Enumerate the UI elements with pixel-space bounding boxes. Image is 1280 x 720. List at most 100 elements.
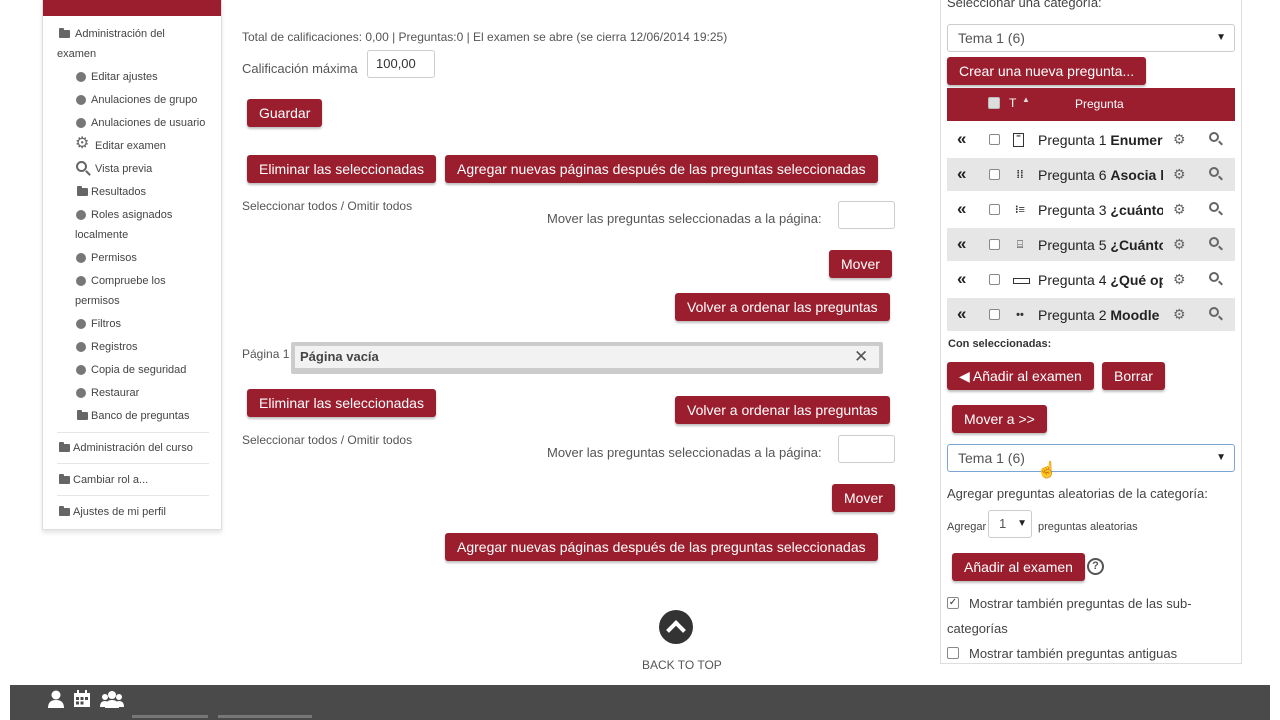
- nav-exam-admin-line1: Administración del: [75, 28, 165, 40]
- select-all-checkbox[interactable]: [988, 97, 1000, 109]
- question-checkbox[interactable]: [989, 134, 1000, 145]
- user-icon[interactable]: [46, 689, 66, 709]
- calendar-icon[interactable]: [72, 689, 92, 709]
- add-pages-button[interactable]: Agregar nuevas páginas después de las pr…: [445, 155, 878, 183]
- select-all-link[interactable]: Seleccionar todos / Omitir todos: [242, 199, 412, 213]
- reorder-button-2[interactable]: Volver a ordenar las preguntas: [675, 396, 890, 424]
- reorder-button[interactable]: Volver a ordenar las preguntas: [675, 293, 890, 321]
- nav-question-bank[interactable]: Banco de preguntas: [91, 406, 189, 426]
- gear-icon[interactable]: ⚙: [1173, 237, 1186, 251]
- gear-icon[interactable]: ⚙: [1173, 272, 1186, 286]
- nav-check-permissions-label: Compruebe los: [91, 275, 166, 287]
- question-checkbox[interactable]: [989, 274, 1000, 285]
- show-subcategories-checkbox[interactable]: ✓: [947, 597, 959, 609]
- add-pages-button-2[interactable]: Agregar nuevas páginas después de las pr…: [445, 533, 878, 561]
- caret-down-icon: ▼: [1216, 32, 1226, 43]
- nav-filters[interactable]: Filtros: [91, 314, 121, 334]
- move-to-page-input-2[interactable]: [838, 435, 895, 463]
- move-button-2[interactable]: Mover: [832, 484, 895, 512]
- nav-group-overrides[interactable]: Anulaciones de grupo: [91, 90, 197, 110]
- nav-local-roles-line2: localmente: [75, 229, 129, 241]
- question-number: Pregunta 1: [1038, 132, 1107, 148]
- matching-icon: ⁞⁞: [1016, 169, 1024, 181]
- search-icon[interactable]: [1209, 167, 1219, 177]
- nav-course-admin[interactable]: Administración del curso: [73, 438, 193, 458]
- users-icon[interactable]: [100, 689, 124, 709]
- show-old-checkbox[interactable]: [947, 647, 959, 659]
- add-to-quiz-icon[interactable]: «: [957, 165, 966, 182]
- nav-edit-quiz[interactable]: Editar examen: [95, 136, 166, 156]
- select-all-link-2[interactable]: Seleccionar todos / Omitir todos: [242, 433, 412, 447]
- question-text: Moodle: [1110, 307, 1160, 323]
- folder-icon: [59, 506, 70, 516]
- nav-backup[interactable]: Copia de seguridad: [91, 360, 186, 380]
- question-text: ¿Qué op: [1110, 272, 1163, 288]
- dot-icon: [76, 276, 86, 286]
- nav-user-overrides[interactable]: Anulaciones de usuario: [91, 113, 205, 133]
- add-to-quiz-icon[interactable]: «: [957, 235, 966, 252]
- random-count-select[interactable]: 1 ▼: [988, 510, 1032, 538]
- add-to-quiz-icon[interactable]: «: [957, 130, 966, 147]
- nav-results[interactable]: Resultados: [91, 182, 146, 202]
- gear-icon[interactable]: ⚙: [1173, 307, 1186, 321]
- search-icon[interactable]: [1209, 202, 1219, 212]
- search-icon[interactable]: [1209, 132, 1219, 142]
- question-checkbox[interactable]: [989, 204, 1000, 215]
- nav-exam-admin[interactable]: Administración del: [75, 24, 215, 44]
- dot-icon: [76, 342, 86, 352]
- nav-local-roles[interactable]: Roles asignados: [91, 205, 172, 225]
- nav-restore[interactable]: Restaurar: [91, 383, 139, 403]
- question-header[interactable]: Pregunta: [1075, 97, 1124, 111]
- back-to-top-icon[interactable]: [659, 610, 693, 644]
- nav-logs[interactable]: Registros: [91, 337, 137, 357]
- nav-edit-settings[interactable]: Editar ajustes: [91, 67, 158, 87]
- divider: [57, 432, 209, 433]
- quiz-summary: Total de calificaciones: 0,00 | Pregunta…: [242, 30, 728, 44]
- nav-profile-settings[interactable]: Ajustes de mi perfil: [73, 502, 166, 522]
- question-checkbox[interactable]: [989, 239, 1000, 250]
- delete-selected-button[interactable]: Eliminar las seleccionadas: [247, 155, 436, 183]
- move-button[interactable]: Mover: [829, 250, 892, 278]
- search-icon[interactable]: [1209, 307, 1219, 317]
- add-exam-button[interactable]: Añadir al examen: [952, 553, 1085, 581]
- category-label: Seleccionar una categoría:: [947, 0, 1102, 10]
- category-select[interactable]: Tema 1 (6) ▼: [947, 24, 1235, 52]
- close-icon[interactable]: ✕: [854, 346, 868, 368]
- question-name: Pregunta 1 Enumer: [1038, 131, 1163, 149]
- page-label: Página 1: [242, 347, 290, 361]
- delete-button[interactable]: Borrar: [1102, 362, 1165, 390]
- max-grade-input[interactable]: 100,00: [367, 50, 435, 78]
- add-to-quiz-icon[interactable]: «: [957, 200, 966, 217]
- nav-switch-role[interactable]: Cambiar rol a...: [73, 470, 148, 490]
- gear-icon[interactable]: ⚙: [1173, 167, 1186, 181]
- nav-preview[interactable]: Vista previa: [95, 159, 152, 179]
- question-checkbox[interactable]: [989, 309, 1000, 320]
- question-row: « ≡ Pregunta 1 Enumer ⚙: [947, 123, 1235, 156]
- move-category-value: Tema 1 (6): [958, 450, 1025, 466]
- caret-down-icon: ▼: [1017, 518, 1027, 529]
- show-subcategories-line2: categorías: [947, 621, 1008, 636]
- gear-icon[interactable]: ⚙: [1173, 202, 1186, 216]
- nav-check-permissions[interactable]: Compruebe los: [91, 271, 166, 291]
- nav-permissions[interactable]: Permisos: [91, 248, 137, 268]
- move-to-page-input[interactable]: [838, 201, 895, 229]
- nav-exam-admin-line2: examen: [57, 48, 97, 60]
- block-header-bar: [43, 0, 221, 16]
- move-to-button[interactable]: Mover a >>: [952, 405, 1047, 433]
- search-icon[interactable]: [1209, 237, 1219, 247]
- type-header[interactable]: T: [1009, 96, 1016, 110]
- move-category-select[interactable]: Tema 1 (6) ▼: [947, 444, 1235, 472]
- back-to-top-label[interactable]: BACK TO TOP: [642, 658, 722, 672]
- help-icon[interactable]: ?: [1087, 558, 1104, 575]
- delete-selected-button-2[interactable]: Eliminar las seleccionadas: [247, 389, 436, 417]
- question-checkbox[interactable]: [989, 169, 1000, 180]
- add-to-exam-button[interactable]: ◀ Añadir al examen: [947, 362, 1094, 390]
- add-to-quiz-icon[interactable]: «: [957, 305, 966, 322]
- gear-icon[interactable]: ⚙: [1173, 132, 1186, 146]
- question-row: « •• Pregunta 2 Moodle ⚙: [947, 298, 1235, 331]
- save-button[interactable]: Guardar: [247, 99, 323, 127]
- search-icon[interactable]: [1209, 272, 1219, 282]
- create-question-button[interactable]: Crear una nueva pregunta...: [947, 57, 1147, 85]
- add-to-quiz-icon[interactable]: «: [957, 270, 966, 287]
- add-word-label: Agregar: [947, 521, 987, 533]
